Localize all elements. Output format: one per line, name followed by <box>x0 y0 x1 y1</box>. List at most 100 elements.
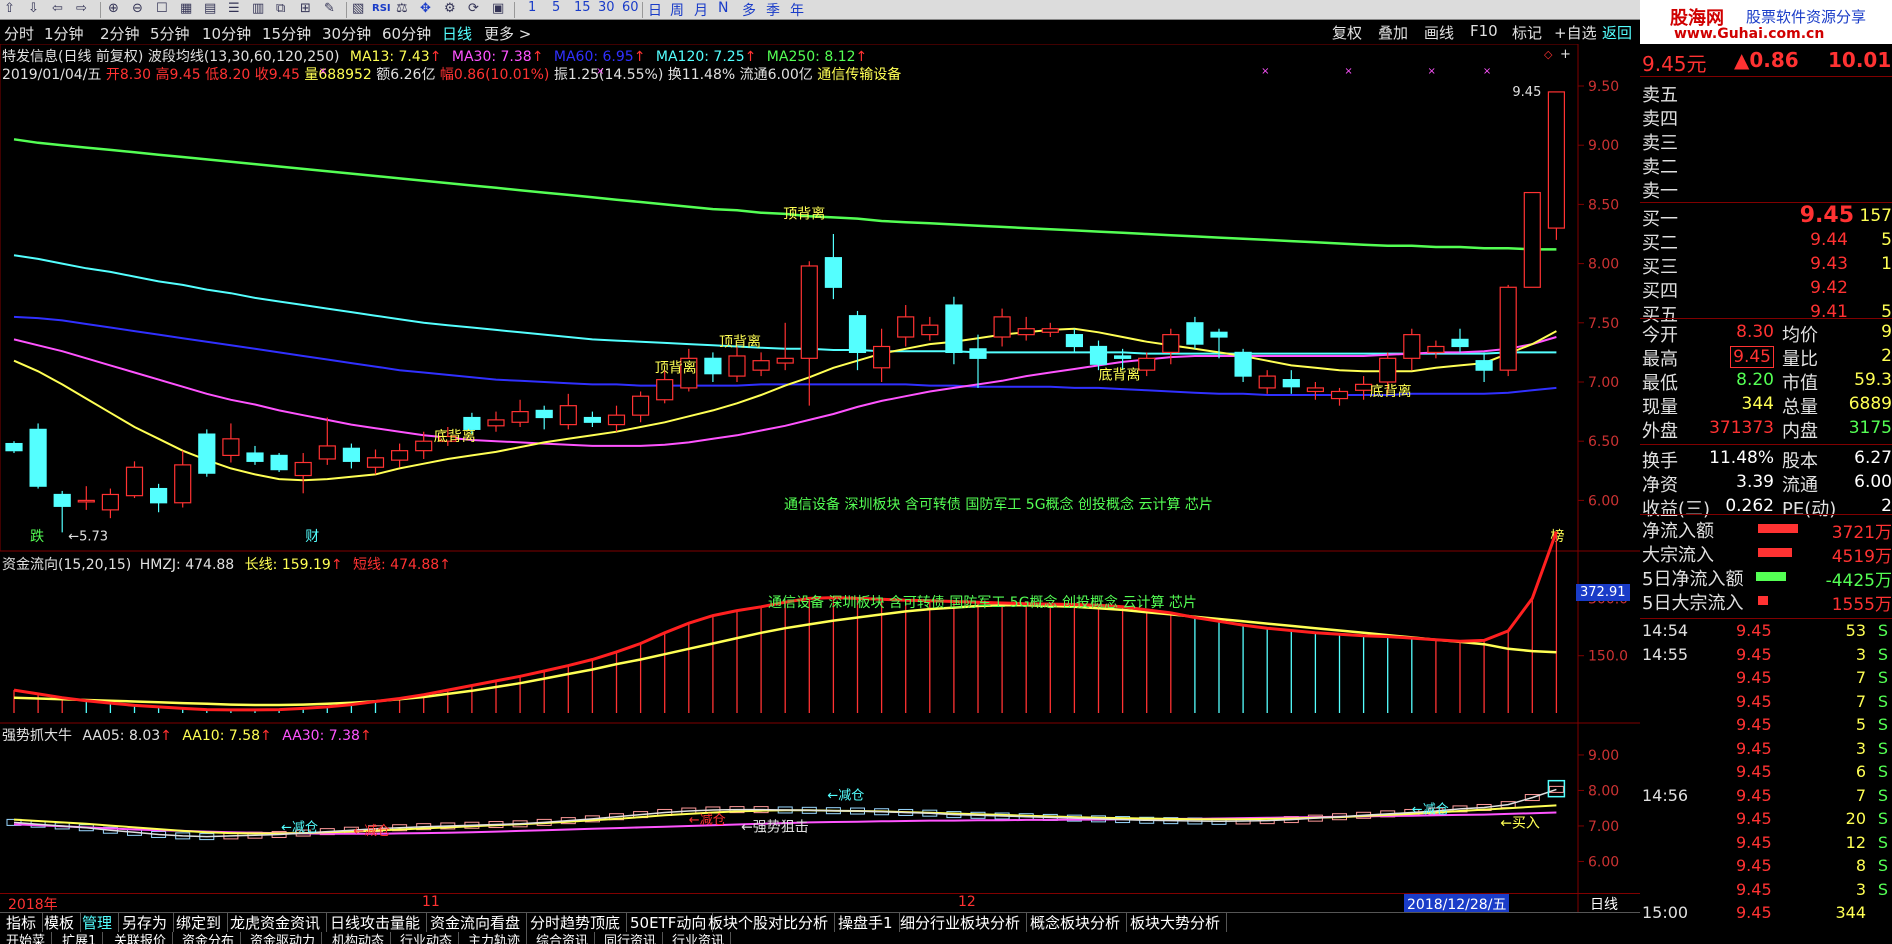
candle-body[interactable] <box>824 257 843 288</box>
btab2-industry[interactable]: 行业动态 <box>394 932 460 944</box>
candle-body[interactable] <box>872 345 891 369</box>
chart-icon[interactable]: ▥ <box>252 1 264 16</box>
button-mark[interactable]: 标记 <box>1512 22 1542 43</box>
tools-icon[interactable]: ⚙ <box>444 1 456 16</box>
candle-body[interactable] <box>704 357 722 375</box>
candle-body[interactable] <box>535 409 553 419</box>
tab-more[interactable]: 更多 > <box>484 23 531 44</box>
button-fuquan[interactable]: 复权 <box>1332 22 1362 43</box>
candle-body[interactable] <box>559 405 577 426</box>
candle-body[interactable] <box>1138 357 1156 371</box>
candle-body[interactable] <box>1041 328 1059 333</box>
candle-body[interactable] <box>848 315 867 354</box>
btab2-news[interactable]: 综合资讯 <box>530 932 596 944</box>
candle-body[interactable] <box>583 416 602 423</box>
refresh-icon[interactable]: ⟳ <box>468 1 479 16</box>
tab-15min[interactable]: 15分钟 <box>262 23 311 44</box>
candle-body[interactable] <box>29 428 47 487</box>
btab-template[interactable]: 模板 <box>38 913 82 933</box>
tab-10min[interactable]: 10分钟 <box>202 23 251 44</box>
grid-icon[interactable]: ▦ <box>180 1 192 16</box>
candle-body[interactable] <box>1330 390 1349 400</box>
candle-body[interactable] <box>511 411 529 423</box>
price-chart[interactable]: 9.509.008.508.007.507.006.506.00顶背离顶背离顶背… <box>0 44 1640 924</box>
btab-cps[interactable]: 操盘手1 <box>832 913 900 933</box>
period-week-button[interactable]: 周 <box>670 0 684 20</box>
btab2-drive[interactable]: 资金驱动力 <box>244 932 323 944</box>
tab-2min[interactable]: 2分钟 <box>100 23 140 44</box>
candle-body[interactable] <box>270 454 288 471</box>
btab2-indnews[interactable]: 行业资讯 <box>666 932 732 944</box>
btab-bkgg[interactable]: 板块个股对比分析 <box>702 913 836 933</box>
btab-saveas[interactable]: 另存为 <box>116 913 175 933</box>
candle-body[interactable] <box>897 316 915 338</box>
candle-body[interactable] <box>631 395 650 416</box>
candle-body[interactable] <box>342 447 360 462</box>
btab-fsqs[interactable]: 分时趋势顶底 <box>524 913 628 933</box>
period-1-button[interactable]: 1 <box>528 0 536 15</box>
period-month-button[interactable]: 月 <box>694 0 708 20</box>
list-icon[interactable]: ☰ <box>228 1 240 16</box>
button-add-watchlist[interactable]: +自选 <box>1554 22 1597 43</box>
candle-body[interactable] <box>101 493 120 511</box>
candle-body[interactable] <box>1113 355 1132 359</box>
candle-body[interactable] <box>1451 338 1469 348</box>
btab-bind[interactable]: 绑定到 <box>170 913 229 933</box>
period-day-button[interactable]: 日 <box>648 0 662 20</box>
layout-icon[interactable]: ▣ <box>492 1 504 16</box>
tab-fenshi[interactable]: 分时 <box>4 23 34 44</box>
btab-lhzj[interactable]: 龙虎资金资讯 <box>224 913 328 933</box>
btab2-peer[interactable]: 同行资讯 <box>598 932 664 944</box>
btab-50etf[interactable]: 50ETF动向 <box>624 913 714 933</box>
candle-body[interactable] <box>752 360 770 371</box>
btab2-inst[interactable]: 机构动态 <box>326 932 392 944</box>
btab2-related[interactable]: 关联报价 <box>108 932 174 944</box>
candle-body[interactable] <box>607 414 626 426</box>
btab-manage[interactable]: 管理 <box>76 913 120 933</box>
candle-body[interactable] <box>318 445 336 460</box>
back-arrow-icon[interactable]: ⇧ <box>4 1 15 16</box>
candle-body[interactable] <box>1379 357 1397 383</box>
candle-body[interactable] <box>1403 334 1421 359</box>
lock-icon[interactable]: ⊞ <box>300 1 311 16</box>
candle-body[interactable] <box>1258 375 1276 389</box>
candle-body[interactable] <box>776 357 794 364</box>
right-arrow-icon[interactable]: ⇨ <box>76 1 87 16</box>
candle-body[interactable] <box>728 355 746 377</box>
candle-body[interactable] <box>1162 334 1180 354</box>
button-f10[interactable]: F10 <box>1470 22 1498 40</box>
candle-body[interactable] <box>993 316 1011 338</box>
candle-body[interactable] <box>1234 351 1252 377</box>
tab-5min[interactable]: 5分钟 <box>150 23 190 44</box>
button-draw[interactable]: 画线 <box>1424 22 1454 43</box>
candle-body[interactable] <box>1523 191 1541 288</box>
candle-body[interactable] <box>391 450 409 461</box>
table-icon[interactable]: ▤ <box>204 1 216 16</box>
down-arrow-icon[interactable]: ⇩ <box>28 1 39 16</box>
left-arrow-icon[interactable]: ⇦ <box>52 1 63 16</box>
candle-body[interactable] <box>1017 328 1035 336</box>
candle-body[interactable] <box>969 348 987 359</box>
zoom-in-icon[interactable]: ⊕ <box>108 1 119 16</box>
candle-body[interactable] <box>415 440 433 452</box>
candle-body[interactable] <box>945 304 963 354</box>
rsi-icon[interactable]: RSI <box>372 3 391 14</box>
candle-body[interactable] <box>800 265 818 359</box>
period-year-button[interactable]: 年 <box>790 0 804 20</box>
candle-body[interactable] <box>463 416 481 430</box>
candle-body[interactable] <box>1186 322 1204 345</box>
btab2-fund[interactable]: 资金分布 <box>176 932 242 944</box>
period-5-button[interactable]: 5 <box>552 0 560 15</box>
candle-body[interactable] <box>656 379 674 401</box>
button-return[interactable]: 返回 <box>1602 22 1632 43</box>
candle-body[interactable] <box>174 464 192 504</box>
btab2-main[interactable]: 主力轨迹 <box>462 932 528 944</box>
btab-xfhy[interactable]: 细分行业板块分析 <box>894 913 1028 933</box>
period-quarter-button[interactable]: 季 <box>766 0 780 20</box>
btab2-start[interactable]: 开始菜 <box>0 932 53 944</box>
period-15-button[interactable]: 15 <box>574 0 591 15</box>
tab-daily[interactable]: 日线 <box>442 23 472 44</box>
btab2-ext[interactable]: 扩展1 <box>56 932 104 944</box>
candle-body[interactable] <box>150 487 168 504</box>
candle-body[interactable] <box>77 499 95 503</box>
